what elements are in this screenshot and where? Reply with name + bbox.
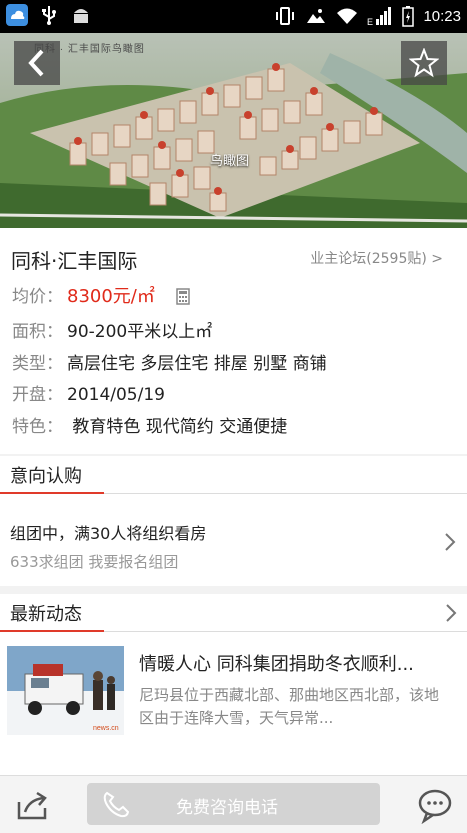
- news-thumbnail: news.cn: [7, 646, 124, 735]
- star-icon: [409, 48, 439, 78]
- signal-icon: E: [367, 5, 393, 27]
- bottom-action-bar: 免费咨询电话: [0, 775, 467, 833]
- intent-section-title: 意向认购: [10, 466, 82, 487]
- back-button[interactable]: [14, 41, 60, 85]
- svg-text:news.cn: news.cn: [93, 725, 119, 732]
- network-label: E: [367, 17, 373, 27]
- feature-label: 特色：: [12, 417, 63, 437]
- chevron-right-icon: [445, 533, 456, 551]
- area-label: 面积：: [12, 322, 63, 342]
- photo-icon: [305, 5, 327, 27]
- area-value: 90-200平米以上㎡: [67, 322, 213, 342]
- chevron-left-icon: [28, 49, 44, 77]
- news-section-title: 最新动态: [10, 604, 82, 625]
- type-label: 类型：: [12, 354, 63, 374]
- price-label: 均价：: [12, 287, 63, 307]
- news-title: 情暖人心 同科集团捐助冬衣顺利...: [139, 654, 414, 675]
- type-row: 类型： 高层住宅 多层住宅 排屋 别墅 商铺: [12, 349, 327, 374]
- android-icon: [70, 4, 92, 26]
- area-row: 面积： 90-200平米以上㎡: [12, 317, 212, 342]
- price-row: 均价： 8300元/㎡: [12, 282, 191, 310]
- feature-value: 教育特色 现代简约 交通便捷: [67, 417, 288, 437]
- free-call-label: 免费咨询电话: [176, 798, 278, 818]
- aerial-view-illustration: [0, 33, 467, 228]
- feature-row: 特色： 教育特色 现代简约 交通便捷: [12, 412, 287, 437]
- news-section-header[interactable]: 最新动态: [0, 594, 467, 632]
- share-icon: [17, 791, 47, 820]
- usb-icon: [38, 4, 60, 26]
- property-name: 同科·汇丰国际: [11, 249, 138, 273]
- clock: 10:23: [423, 7, 461, 25]
- wifi-icon: [336, 5, 358, 27]
- hero-aerial-image: 同科 · 汇丰国际鸟瞰图 鸟瞰图: [0, 33, 467, 228]
- price-value: 8300元/㎡: [67, 286, 155, 307]
- intent-section-header: 意向认购: [0, 456, 467, 494]
- open-date-label: 开盘：: [12, 385, 63, 405]
- free-call-button[interactable]: 免费咨询电话: [87, 783, 380, 825]
- vibrate-icon: [274, 5, 296, 27]
- calculator-icon[interactable]: [176, 288, 191, 310]
- favorite-button[interactable]: [401, 41, 447, 85]
- group-buy-count: 633求组团 我要报名组团: [10, 553, 179, 571]
- group-buy-card[interactable]: 组团中，满30人将组织看房 633求组团 我要报名组团: [0, 494, 467, 586]
- phone-icon: [103, 791, 130, 818]
- app-root: E 10:23 同科 · 汇丰国际鸟瞰图 鸟瞰图 同科·汇丰国际 业主论坛(25…: [0, 0, 467, 833]
- status-bar: E 10:23: [0, 0, 467, 33]
- battery-icon: [402, 5, 415, 27]
- owner-forum-link[interactable]: 业主论坛(2595贴) >: [310, 248, 443, 268]
- chat-icon: [418, 789, 452, 825]
- chat-button[interactable]: [417, 788, 453, 825]
- share-button[interactable]: [13, 790, 53, 822]
- open-date-value: 2014/05/19: [67, 385, 165, 405]
- property-info: 同科·汇丰国际 业主论坛(2595贴) > 均价： 8300元/㎡ 面积： 90-2…: [0, 228, 467, 454]
- type-value: 高层住宅 多层住宅 排屋 别墅 商铺: [67, 354, 327, 374]
- group-buy-status: 组团中，满30人将组织看房: [10, 524, 207, 543]
- news-summary: 尼玛县位于西藏北部、那曲地区西北部，该地区由于连降大雪，天气异常...: [139, 686, 440, 727]
- chevron-right-icon: [446, 604, 457, 622]
- news-item[interactable]: news.cn 情暖人心 同科集团捐助冬衣顺利... 尼玛县位于西藏北部、那曲地…: [0, 632, 467, 775]
- open-date-row: 开盘： 2014/05/19: [12, 380, 165, 405]
- hero-image-label: 鸟瞰图: [210, 154, 250, 169]
- cloud-icon: [6, 4, 28, 26]
